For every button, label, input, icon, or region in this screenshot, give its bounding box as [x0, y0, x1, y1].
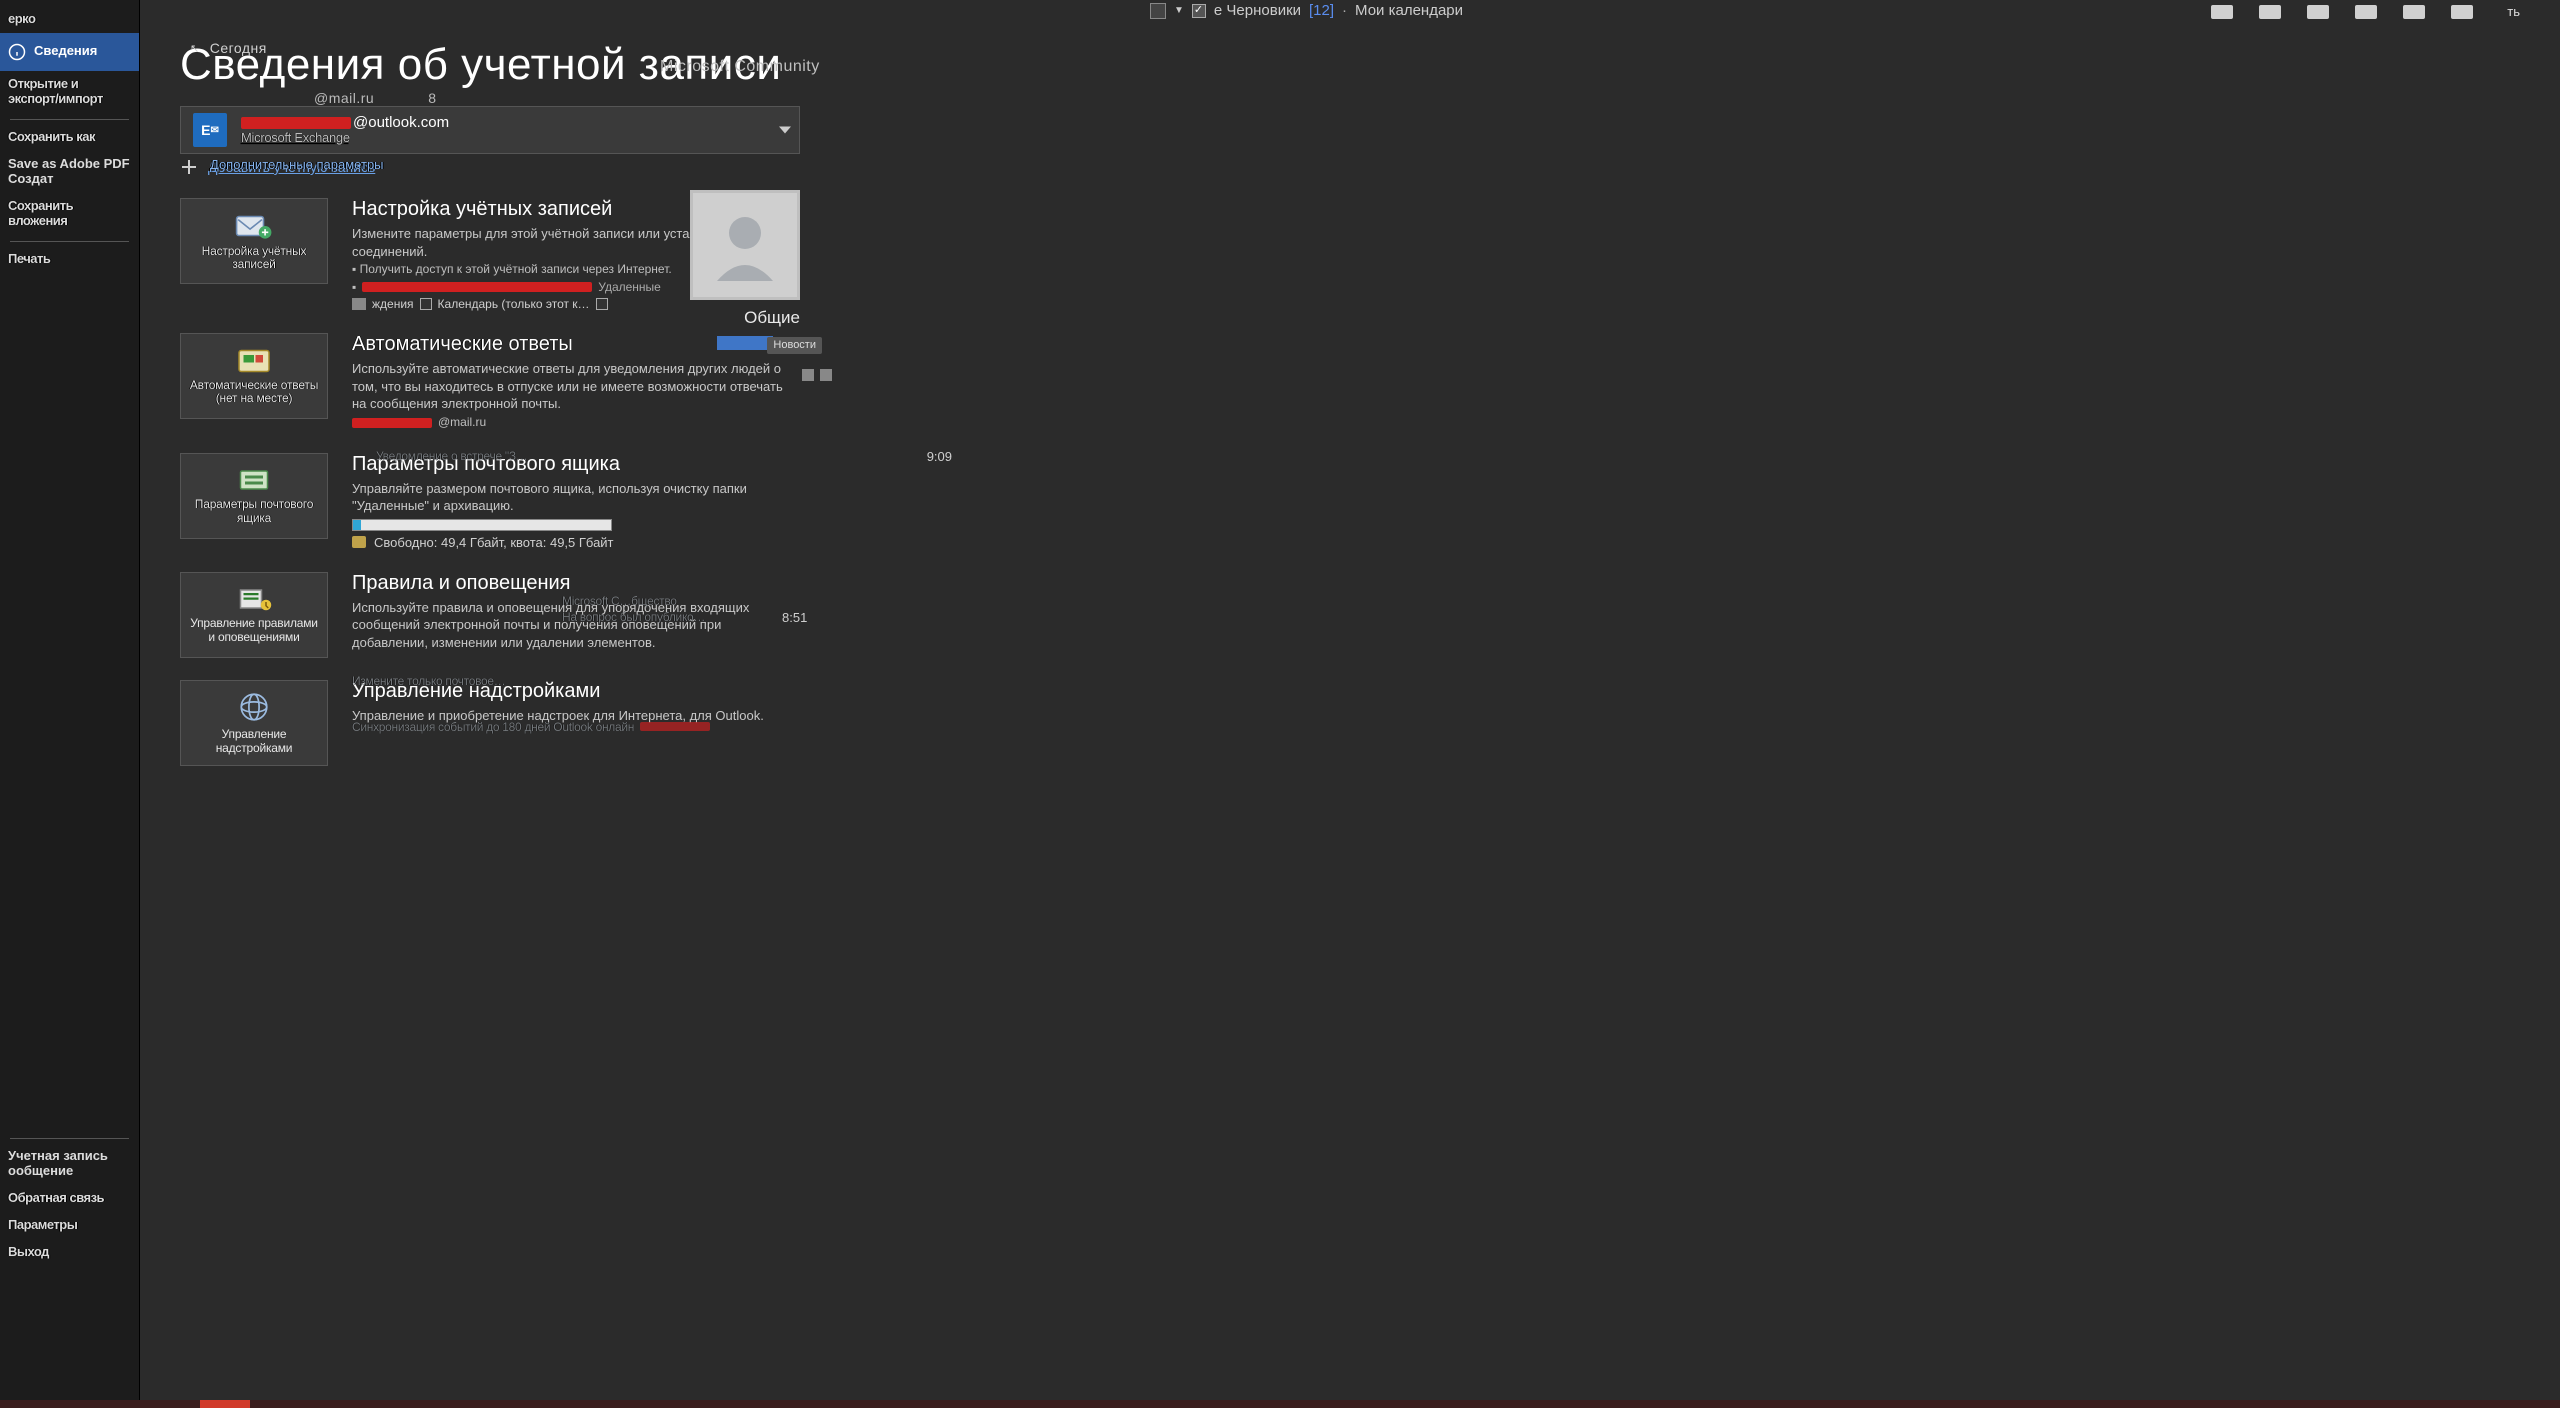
- info-icon: [8, 43, 26, 61]
- checkbox-icon[interactable]: [420, 298, 432, 310]
- section-desc: Используйте правила и оповещения для упо…: [352, 599, 792, 652]
- nav-item-feedback[interactable]: Обратная связь: [0, 1185, 139, 1212]
- section-desc: Используйте автоматические ответы для ув…: [352, 360, 792, 413]
- tile-caption: Управление правилами и оповещениями: [181, 617, 327, 643]
- section-title: Параметры почтового ящика: [352, 453, 792, 476]
- title-ghost-under: @mail.ru 8: [252, 90, 437, 106]
- page-title: Сведения об учетной записи ↖ Сегодня @ma…: [180, 40, 2560, 90]
- section-desc: Управляйте размером почтового ящика, исп…: [352, 480, 792, 515]
- nav-item-print[interactable]: Печать: [0, 246, 139, 273]
- plus-icon: [180, 158, 198, 176]
- tile-account-settings[interactable]: Настройка учётных записей: [180, 198, 328, 284]
- checkbox-icon[interactable]: [596, 298, 608, 310]
- nav-item-account[interactable]: Учетная запись ообщение: [0, 1143, 139, 1185]
- lock-icon: [802, 369, 814, 381]
- timestamp: 9:09: [927, 449, 952, 464]
- tile-auto-replies[interactable]: Автоматические ответы (нет на месте): [180, 333, 328, 419]
- avatar-block: Общие: [690, 190, 800, 350]
- section-account-settings: Настройка учётных записей Настройка учёт…: [180, 198, 2560, 311]
- account-address: @outlook.com: [241, 115, 449, 132]
- flag-icon[interactable]: [2451, 5, 2473, 19]
- nav-item-info[interactable]: Сведения: [0, 33, 139, 71]
- tile-mailbox[interactable]: Параметры почтового ящика: [180, 453, 328, 539]
- section-auto-replies: Автоматические ответы (нет на месте) Авт…: [180, 333, 2560, 430]
- tile-addins[interactable]: Управление надстройками: [180, 680, 328, 766]
- window-icon-strip: ть: [2211, 4, 2520, 19]
- chevron-down-icon: [779, 127, 791, 134]
- tile-caption: Параметры почтового ящика: [181, 498, 327, 524]
- flag-icon[interactable]: [2211, 5, 2233, 19]
- avatar-caption: Общие: [744, 308, 800, 328]
- section-rules: Управление правилами и оповещениями Прав…: [180, 572, 2560, 658]
- checkbox-icon[interactable]: [1192, 4, 1206, 18]
- flag-icon[interactable]: [2403, 5, 2425, 19]
- nav-separator: [10, 1138, 129, 1139]
- folder-name[interactable]: е Черновики: [1214, 2, 1301, 19]
- exchange-icon: E✉: [193, 113, 227, 147]
- backstage-main: Сведения об учетной записи ↖ Сегодня @ma…: [180, 40, 2560, 1388]
- title-ghost-overlay: ↖ Сегодня: [190, 40, 267, 56]
- nav-item-save-attachments[interactable]: Сохранить вложения: [0, 193, 139, 235]
- nav-item-options[interactable]: Параметры: [0, 1212, 139, 1239]
- folder-count: [12]: [1309, 2, 1334, 19]
- nav-item-label: Сведения: [34, 44, 97, 59]
- bottom-progress-bar: [0, 1400, 2560, 1408]
- section-mailbox: Параметры почтового ящика Параметры почт…: [180, 453, 2560, 550]
- section-desc: Управление и приобретение надстроек для …: [352, 707, 764, 725]
- tag-badge: Новости: [767, 337, 822, 353]
- tile-rules[interactable]: Управление правилами и оповещениями: [180, 572, 328, 658]
- storage-bar: [352, 519, 612, 531]
- gear-mail-icon: [235, 211, 273, 241]
- flag-icon: [820, 369, 832, 381]
- caret-icon: ▼: [1174, 5, 1184, 16]
- folder-icon: [352, 536, 366, 548]
- title-ghost-right: Microsoft Community: [660, 58, 820, 76]
- mailbox-icon: [236, 466, 272, 494]
- corner-text: ть: [2507, 4, 2520, 19]
- progress-chunk: [200, 1400, 250, 1408]
- flag-icon[interactable]: [2259, 5, 2281, 19]
- rules-icon: [236, 585, 272, 613]
- tile-caption: Настройка учётных записей: [181, 245, 327, 271]
- row-icon: [352, 298, 366, 310]
- flag-icon[interactable]: [2307, 5, 2329, 19]
- backstage-nav: ерко Сведения Открытие и экспорт/импорт …: [0, 0, 140, 1408]
- section-title: Управление надстройками: [352, 680, 764, 703]
- nav-item-open-export[interactable]: Открытие и экспорт/импорт: [0, 71, 139, 113]
- storage-caption: Свободно: 49,4 Гбайт, квота: 49,5 Гбайт: [352, 535, 792, 550]
- tile-caption: Автоматические ответы (нет на месте): [184, 379, 324, 405]
- account-type: Microsoft Exchange: [241, 131, 449, 145]
- timestamp: 8:51: [782, 610, 807, 625]
- globe-icon: [237, 690, 271, 724]
- nav-item[interactable]: ерко: [0, 6, 139, 33]
- my-calendars-label[interactable]: Мои календари: [1355, 2, 1463, 19]
- nav-item-exit[interactable]: Выход: [0, 1239, 139, 1266]
- section-title: Автоматические ответы: [352, 333, 792, 356]
- add-account-link[interactable]: Добавить учётную запись Дополнительные п…: [180, 158, 2560, 176]
- top-folder-status: ▼ е Черновики [12] · Мои календари: [1150, 2, 1463, 19]
- nav-item-save-as[interactable]: Сохранить как: [0, 124, 139, 151]
- nav-separator: [10, 119, 129, 120]
- dropdown-icon[interactable]: [1150, 3, 1166, 19]
- avatar-placeholder[interactable]: [690, 190, 800, 300]
- redacted-bar: [241, 117, 351, 129]
- nav-item-adobe-pdf[interactable]: Save as Adobe PDF Создат: [0, 151, 139, 193]
- mini-icons: [802, 369, 832, 381]
- person-icon: [705, 205, 785, 285]
- tile-caption: Управление надстройками: [181, 728, 327, 754]
- account-selector[interactable]: E✉ @outlook.com Microsoft Exchange: [180, 106, 800, 154]
- flag-icon[interactable]: [2355, 5, 2377, 19]
- section-title: Правила и оповещения: [352, 572, 792, 595]
- nav-separator: [10, 241, 129, 242]
- section-addins: Управление надстройками Управление надст…: [180, 680, 2560, 766]
- ghost-line: @mail.ru Новости: [352, 415, 792, 431]
- ghost-text: Дополнительные параметры: [210, 157, 384, 172]
- autoreply-icon: [236, 347, 272, 375]
